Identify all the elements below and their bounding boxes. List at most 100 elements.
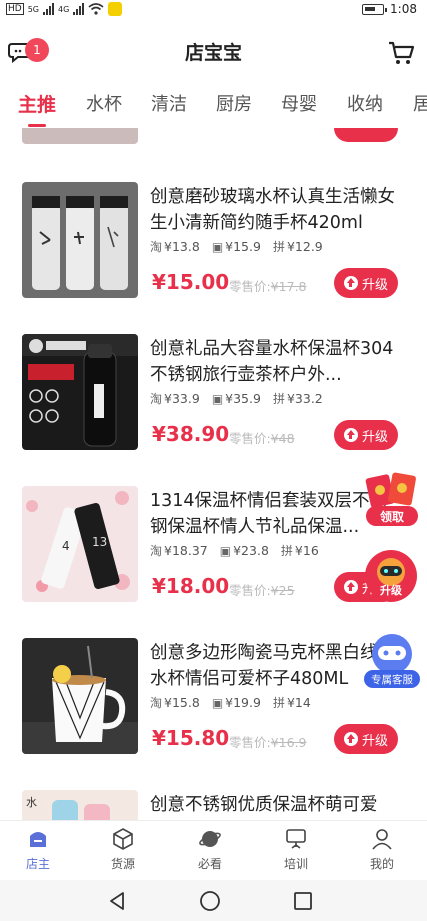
source-prices: 淘 ¥15.8 ▣ ¥19.9 拼 ¥14: [150, 694, 311, 711]
red-packet-button[interactable]: 领取: [362, 472, 422, 530]
wifi-icon: [88, 3, 104, 15]
nav-label: 培训: [283, 857, 308, 871]
arrow-up-icon: [343, 428, 358, 442]
pdd-price: 拼 ¥12.9: [272, 239, 323, 254]
product-title: 创意磨砂玻璃水杯认真生活懒女生小清新简约随手杯420ml: [150, 187, 395, 233]
product-title: 创意礼品大容量水杯保温杯304不锈钢旅行壶茶杯户外...: [150, 339, 394, 385]
retail-price: 零售价:¥16.9: [229, 735, 307, 750]
service-label: 专属客服: [371, 674, 413, 686]
source-prices: 淘 ¥33.9 ▣ ¥35.9 拼 ¥33.2: [150, 390, 323, 407]
jd-price: ▣ ¥15.9: [211, 239, 261, 254]
tab-cups[interactable]: 水杯: [86, 90, 122, 116]
app-notification-icon: [108, 2, 123, 16]
nav-mine[interactable]: 我的: [352, 827, 412, 872]
taobao-price: 淘 ¥18.37: [150, 543, 208, 558]
shop-owner-icon: [30, 832, 46, 847]
box-icon: [113, 828, 133, 850]
tab-storage[interactable]: 收纳: [347, 90, 383, 116]
tab-kitchen[interactable]: 厨房: [216, 90, 252, 116]
nav-training[interactable]: 培训: [266, 827, 326, 872]
pdd-price: 拼 ¥33.2: [272, 391, 323, 406]
nav-supply[interactable]: 货源: [93, 827, 153, 872]
presentation-icon: [286, 829, 306, 849]
clock: 1:08: [390, 2, 417, 16]
product-price: ¥38.90: [152, 422, 230, 446]
red-packet-label: 领取: [379, 510, 404, 524]
pdd-icon: 拼: [272, 392, 285, 406]
pdd-price: 拼 ¥14: [272, 695, 311, 710]
taobao-price: 淘 ¥33.9: [150, 391, 200, 406]
pdd-icon: 拼: [272, 696, 285, 710]
tab-featured[interactable]: 主推: [18, 90, 56, 117]
product-title: 创意不锈钢优质保温杯萌可爱: [150, 795, 378, 815]
page-title: 店宝宝: [184, 42, 242, 64]
battery-icon: [362, 3, 388, 15]
signal-icon: [43, 3, 54, 15]
nav-label: 店主: [25, 857, 50, 871]
pdd-icon: 拼: [272, 240, 285, 254]
nav-must-see[interactable]: 必看: [180, 827, 240, 872]
cart-icon: [389, 41, 415, 64]
taobao-icon: 淘: [150, 392, 163, 406]
arrow-up-icon: [343, 580, 358, 594]
app-header: 1 店宝宝: [0, 28, 427, 76]
jd-icon: ▣: [211, 695, 224, 710]
category-tabs: 主推 水杯 清洁 厨房 母婴 收纳 居: [0, 84, 427, 128]
status-bar: HD 5G 4G 1:08: [0, 0, 427, 22]
arrow-up-icon: [343, 732, 358, 746]
retail-price: 零售价:¥48: [229, 431, 295, 446]
tab-home[interactable]: 居: [413, 90, 427, 116]
tab-cleaning[interactable]: 清洁: [151, 90, 187, 116]
upgrade-button[interactable]: 升级: [334, 268, 398, 298]
source-prices: 淘 ¥18.37 ▣ ¥23.8 拼 ¥16: [150, 542, 319, 559]
product-image: 4 13: [22, 486, 138, 602]
product-price: ¥15.00: [152, 270, 230, 294]
tab-mother-baby[interactable]: 母婴: [281, 90, 317, 116]
back-icon[interactable]: [106, 890, 128, 912]
source-prices: 淘 ¥13.8 ▣ ¥15.9 拼 ¥12.9: [150, 238, 323, 255]
customer-service-button[interactable]: 专属客服: [362, 630, 422, 690]
product-card[interactable]: 创意磨砂玻璃水杯认真生活懒女生小清新简约随手杯420ml 淘 ¥13.8 ▣ ¥15…: [0, 182, 427, 334]
recents-icon[interactable]: [292, 890, 314, 912]
svg-text:13: 13: [92, 535, 107, 549]
active-tab-indicator: [28, 124, 46, 127]
partial-product-image: [22, 128, 138, 144]
system-navigation-bar: [0, 880, 427, 921]
upgrade-button[interactable]: 升级: [334, 724, 398, 754]
jd-icon: ▣: [211, 391, 224, 406]
planet-icon: [199, 831, 221, 847]
bottom-navigation: 店主 货源 必看 培训 我的: [0, 820, 427, 880]
home-icon[interactable]: [199, 890, 221, 912]
carrier-label: HD: [6, 3, 24, 15]
upgrade-robot-button[interactable]: 升级: [362, 548, 420, 604]
taobao-price: 淘 ¥13.8: [150, 239, 200, 254]
nav-shop-owner[interactable]: 店主: [8, 827, 68, 872]
product-price: ¥18.00: [152, 574, 230, 598]
network-label-2: 4G: [58, 4, 70, 14]
network-label: 5G: [27, 4, 39, 14]
taobao-price: 淘 ¥15.8: [150, 695, 200, 710]
jd-icon: ▣: [219, 543, 232, 558]
product-card[interactable]: 创意礼品大容量水杯保温杯304不锈钢旅行壶茶杯户外... 淘 ¥33.9 ▣ ¥35…: [0, 334, 427, 486]
product-price: ¥15.80: [152, 726, 230, 750]
pdd-icon: 拼: [280, 544, 293, 558]
svg-text:水: 水: [26, 796, 37, 809]
upgrade-button[interactable]: 升级: [334, 420, 398, 450]
product-feed[interactable]: 创意磨砂玻璃水杯认真生活懒女生小清新简约随手杯420ml 淘 ¥13.8 ▣ ¥15…: [0, 128, 427, 820]
pdd-price: 拼 ¥16: [280, 543, 319, 558]
product-image: [22, 334, 138, 450]
product-image: 水: [22, 790, 138, 820]
taobao-icon: 淘: [150, 696, 163, 710]
retail-price: 零售价:¥17.8: [229, 279, 307, 294]
nav-label: 货源: [110, 857, 135, 871]
partial-upgrade-button[interactable]: [334, 128, 398, 142]
product-image: [22, 638, 138, 754]
product-card[interactable]: 水 创意不锈钢优质保温杯萌可爱: [0, 790, 427, 820]
product-image: [22, 182, 138, 298]
jd-price: ▣ ¥23.8: [219, 543, 269, 558]
taobao-icon: 淘: [150, 240, 163, 254]
jd-price: ▣ ¥19.9: [211, 695, 261, 710]
jd-price: ▣ ¥35.9: [211, 391, 261, 406]
cart-button[interactable]: [387, 40, 415, 66]
arrow-up-icon: [343, 276, 358, 290]
